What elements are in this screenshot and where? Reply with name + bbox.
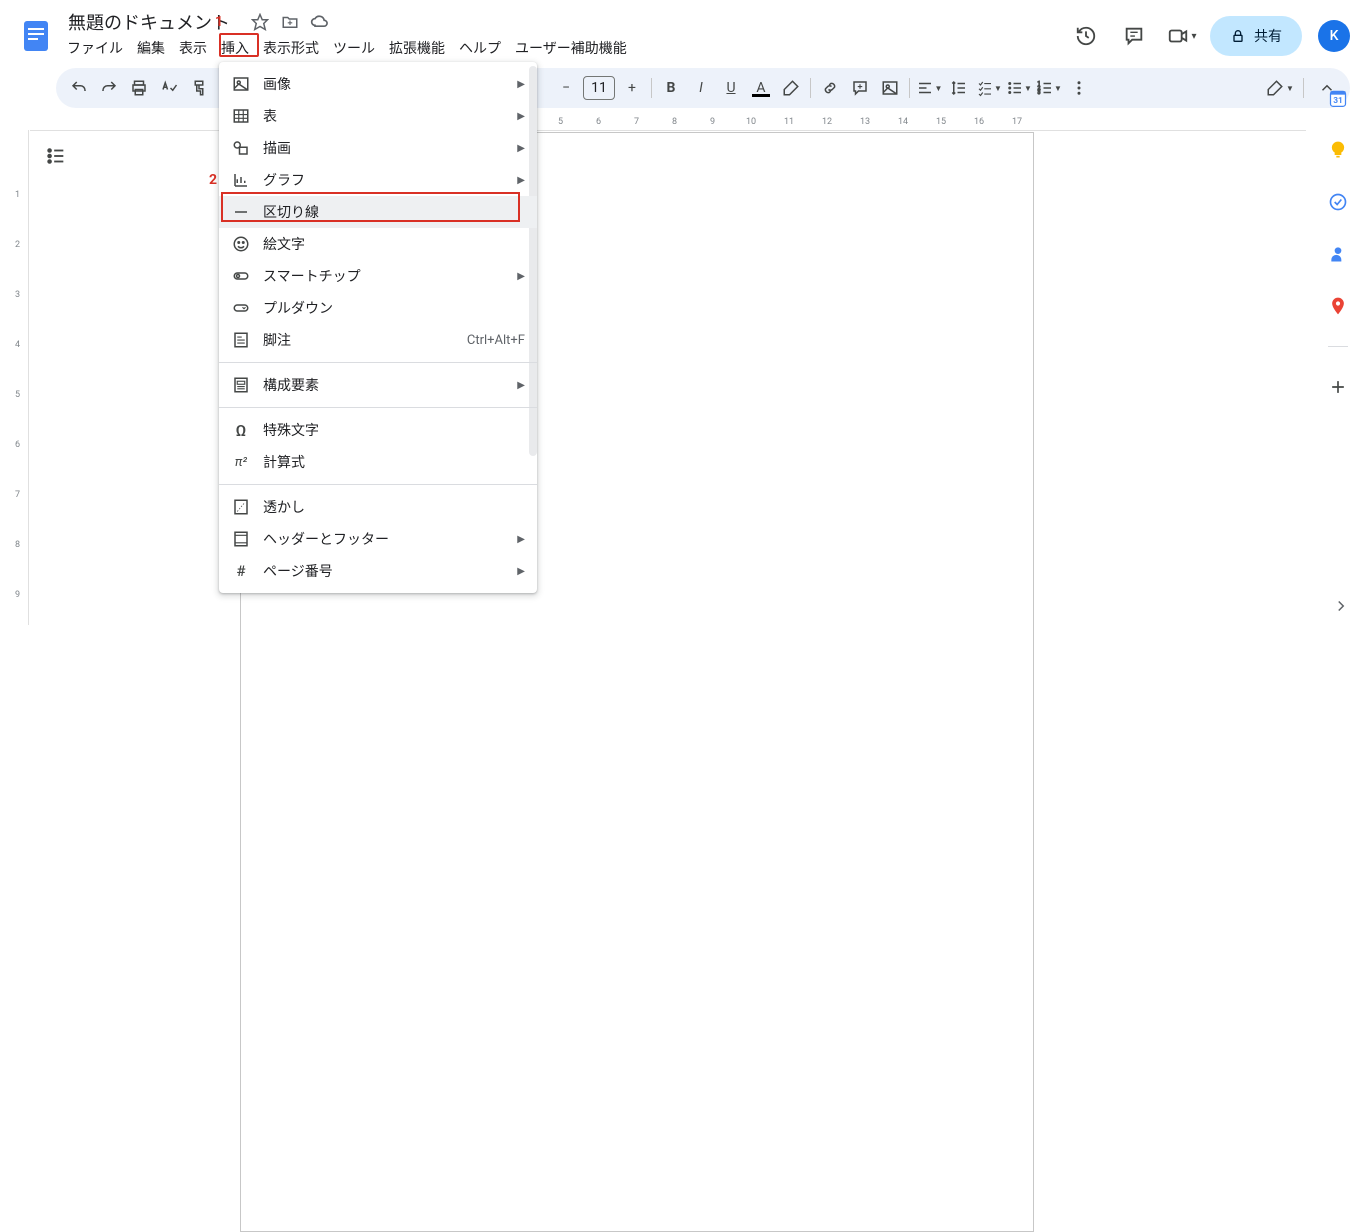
font-size-input[interactable]: 11 bbox=[583, 76, 615, 100]
menu-help[interactable]: ヘルプ bbox=[452, 34, 508, 62]
menu-item-header-footer[interactable]: ヘッダーとフッター▶ bbox=[219, 523, 537, 555]
menu-item-special-chars[interactable]: Ω特殊文字 bbox=[219, 414, 537, 446]
menu-item-emoji[interactable]: 絵文字 bbox=[219, 228, 537, 260]
hr-icon bbox=[231, 202, 251, 222]
line-spacing-button[interactable] bbox=[945, 74, 973, 102]
lock-icon bbox=[1230, 28, 1246, 44]
annotation-marker-1: 1 bbox=[215, 14, 223, 30]
hide-side-panel-button[interactable] bbox=[1332, 597, 1350, 615]
align-button[interactable]: ▼ bbox=[915, 74, 943, 102]
menu-item-page-number[interactable]: #ページ番号▶ bbox=[219, 555, 537, 587]
insert-menu-dropdown: 画像▶ 表▶ 描画▶ グラフ▶ 区切り線 絵文字 スマートチップ▶ プルダウン … bbox=[219, 62, 537, 593]
menu-file[interactable]: ファイル bbox=[60, 34, 130, 62]
comments-icon[interactable] bbox=[1114, 16, 1154, 56]
calendar-addon-icon[interactable]: 31 bbox=[1318, 78, 1358, 118]
header: 無題のドキュメント ファイル 編集 表示 挿入 表示形式 ツール 拡張機能 ヘル… bbox=[0, 0, 1366, 64]
bold-button[interactable]: B bbox=[657, 74, 685, 102]
font-size-plus[interactable]: + bbox=[618, 74, 646, 102]
watermark-icon bbox=[231, 497, 251, 517]
menu-item-drawing[interactable]: 描画▶ bbox=[219, 132, 537, 164]
underline-button[interactable]: U bbox=[717, 74, 745, 102]
paint-format-button[interactable] bbox=[185, 74, 213, 102]
docs-logo[interactable] bbox=[16, 16, 56, 56]
outline-toggle-button[interactable] bbox=[40, 140, 72, 172]
menu-item-footnote[interactable]: 脚注Ctrl+Alt+F bbox=[219, 324, 537, 356]
undo-button[interactable] bbox=[65, 74, 93, 102]
add-comment-button[interactable] bbox=[846, 74, 874, 102]
share-label: 共有 bbox=[1254, 26, 1282, 46]
emoji-icon bbox=[231, 234, 251, 254]
spellcheck-button[interactable] bbox=[155, 74, 183, 102]
menu-item-horizontal-rule[interactable]: 区切り線 bbox=[219, 196, 537, 228]
equation-icon: π² bbox=[231, 452, 251, 472]
table-icon bbox=[231, 106, 251, 126]
cloud-icon[interactable] bbox=[308, 10, 332, 34]
chart-icon bbox=[231, 170, 251, 190]
header-icon bbox=[231, 529, 251, 549]
menu-item-equation[interactable]: π²計算式 bbox=[219, 446, 537, 478]
meet-icon[interactable]: ▾ bbox=[1162, 16, 1202, 56]
pulldown-icon bbox=[231, 298, 251, 318]
image-icon bbox=[231, 74, 251, 94]
maps-addon-icon[interactable] bbox=[1318, 286, 1358, 326]
tasks-addon-icon[interactable] bbox=[1318, 182, 1358, 222]
move-icon[interactable] bbox=[278, 10, 302, 34]
menu-accessibility[interactable]: ユーザー補助機能 bbox=[508, 34, 634, 62]
font-size-minus[interactable]: − bbox=[552, 74, 580, 102]
menubar: ファイル 編集 表示 挿入 表示形式 ツール 拡張機能 ヘルプ ユーザー補助機能 bbox=[60, 34, 1066, 62]
text-color-button[interactable]: A bbox=[747, 74, 775, 102]
pagenum-icon: # bbox=[231, 561, 251, 581]
highlight-button[interactable] bbox=[777, 74, 805, 102]
star-icon[interactable] bbox=[248, 10, 272, 34]
history-icon[interactable] bbox=[1066, 16, 1106, 56]
keep-addon-icon[interactable] bbox=[1318, 130, 1358, 170]
menu-item-watermark[interactable]: 透かし bbox=[219, 491, 537, 523]
menu-item-image[interactable]: 画像▶ bbox=[219, 68, 537, 100]
more-button[interactable] bbox=[1065, 74, 1093, 102]
annotation-marker-2: 2 bbox=[209, 172, 217, 188]
footnote-icon bbox=[231, 330, 251, 350]
menu-view[interactable]: 表示 bbox=[172, 34, 214, 62]
menu-item-table[interactable]: 表▶ bbox=[219, 100, 537, 132]
menu-format[interactable]: 表示形式 bbox=[256, 34, 326, 62]
document-title[interactable]: 無題のドキュメント bbox=[60, 7, 238, 37]
side-panel: 31 bbox=[1310, 70, 1366, 625]
svg-text:3: 3 bbox=[1038, 90, 1041, 96]
menu-item-blocks[interactable]: 構成要素▶ bbox=[219, 369, 537, 401]
title-area: 無題のドキュメント ファイル 編集 表示 挿入 表示形式 ツール 拡張機能 ヘル… bbox=[60, 10, 1066, 62]
drawing-icon bbox=[231, 138, 251, 158]
svg-text:31: 31 bbox=[1333, 96, 1343, 106]
italic-button[interactable]: I bbox=[687, 74, 715, 102]
omega-icon: Ω bbox=[231, 420, 251, 440]
redo-button[interactable] bbox=[95, 74, 123, 102]
print-button[interactable] bbox=[125, 74, 153, 102]
blocks-icon bbox=[231, 375, 251, 395]
menu-item-pulldown[interactable]: プルダウン bbox=[219, 292, 537, 324]
header-right: ▾ 共有 K bbox=[1066, 16, 1350, 56]
numbered-list-button[interactable]: 123▼ bbox=[1035, 74, 1063, 102]
get-addons-button[interactable] bbox=[1318, 367, 1358, 407]
smartchip-icon bbox=[231, 266, 251, 286]
bullet-list-button[interactable]: ▼ bbox=[1005, 74, 1033, 102]
menu-item-smartchip[interactable]: スマートチップ▶ bbox=[219, 260, 537, 292]
menu-edit[interactable]: 編集 bbox=[130, 34, 172, 62]
share-button[interactable]: 共有 bbox=[1210, 16, 1302, 56]
insert-image-button[interactable] bbox=[876, 74, 904, 102]
vertical-ruler[interactable]: 1 2 3 4 5 6 7 8 9 bbox=[13, 130, 29, 625]
contacts-addon-icon[interactable] bbox=[1318, 234, 1358, 274]
menu-item-chart[interactable]: グラフ▶ bbox=[219, 164, 537, 196]
link-button[interactable] bbox=[816, 74, 844, 102]
editing-mode-button[interactable]: ▼ bbox=[1266, 74, 1294, 102]
checklist-button[interactable]: ▼ bbox=[975, 74, 1003, 102]
menu-insert[interactable]: 挿入 bbox=[214, 34, 256, 62]
menu-extensions[interactable]: 拡張機能 bbox=[382, 34, 452, 62]
menu-tools[interactable]: ツール bbox=[326, 34, 382, 62]
avatar[interactable]: K bbox=[1318, 20, 1350, 52]
